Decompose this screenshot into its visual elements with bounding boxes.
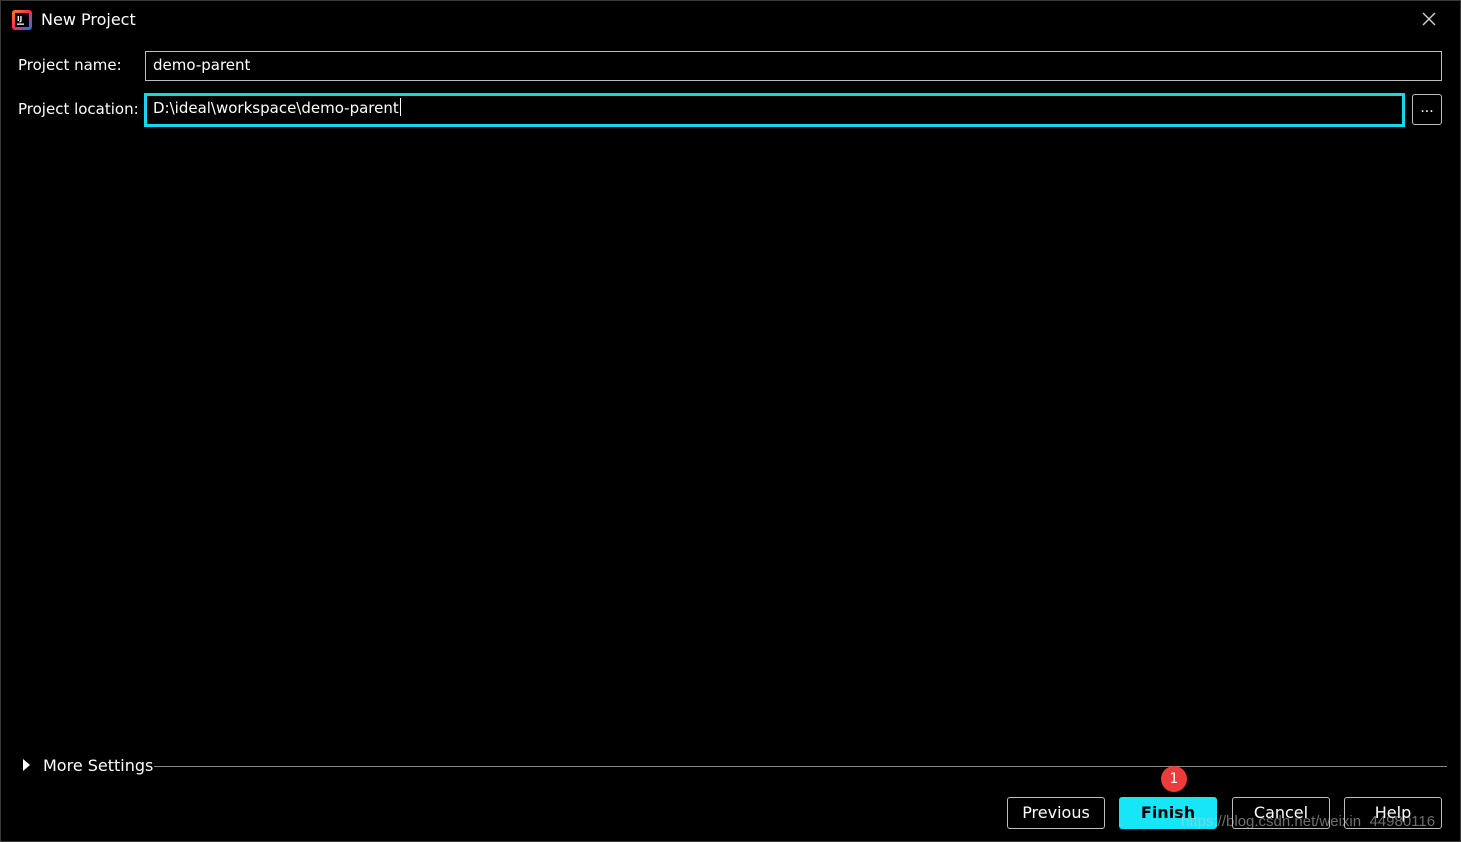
intellij-app-icon: IJ (11, 9, 33, 31)
expand-triangle-icon (23, 759, 30, 771)
project-location-input[interactable]: D:\ideal\workspace\demo-parent (144, 93, 1405, 127)
close-icon[interactable] (1420, 10, 1438, 28)
more-settings-label: More Settings (43, 756, 154, 775)
project-location-value: D:\ideal\workspace\demo-parent (153, 99, 399, 117)
svg-text:IJ: IJ (17, 15, 22, 23)
watermark-text: https://blog.csdn.net/weixin_44980116 (1181, 813, 1436, 830)
project-name-label: Project name: (18, 56, 122, 74)
project-name-input[interactable]: demo-parent (145, 51, 1442, 81)
title-bar: IJ New Project (1, 1, 1460, 39)
more-settings-toggle[interactable]: More Settings (23, 755, 1447, 779)
project-location-label: Project location: (18, 100, 139, 118)
separator-line (154, 766, 1447, 767)
text-caret (399, 98, 401, 116)
previous-button[interactable]: Previous (1007, 797, 1105, 829)
annotation-badge: 1 (1161, 766, 1187, 792)
new-project-dialog: IJ New Project Project name: demo-parent… (0, 0, 1461, 842)
window-title: New Project (41, 10, 136, 29)
browse-button[interactable]: ... (1412, 94, 1442, 125)
